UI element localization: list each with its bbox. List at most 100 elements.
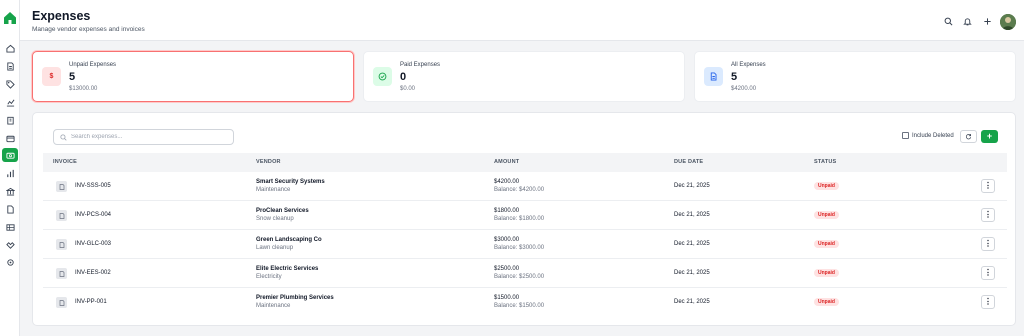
settings-icon[interactable] bbox=[2, 255, 18, 269]
table-row[interactable]: INV-GLC-003 Green Landscaping Co Lawn cl… bbox=[43, 230, 1007, 259]
avatar[interactable] bbox=[1000, 14, 1016, 30]
unpaid-expenses-card[interactable]: $ Unpaid Expenses 5 $13000.00 bbox=[32, 51, 354, 102]
amount: $1800.00 bbox=[494, 208, 520, 214]
invoice-number: INV-EES-002 bbox=[75, 270, 111, 276]
amount: $1500.00 bbox=[494, 295, 520, 301]
status-badge: Unpaid bbox=[814, 211, 839, 219]
wallet-icon[interactable] bbox=[2, 131, 18, 145]
include-deleted-toggle[interactable]: Include Deleted bbox=[902, 132, 954, 139]
search-box[interactable] bbox=[53, 129, 234, 145]
all-expenses-card[interactable]: All Expenses 5 $4200.00 bbox=[694, 51, 1016, 102]
app-logo-icon[interactable] bbox=[3, 11, 17, 25]
vendor-category: Snow cleanup bbox=[256, 216, 294, 222]
row-actions-button[interactable]: ⋮ bbox=[981, 295, 995, 309]
handshake-icon[interactable] bbox=[2, 238, 18, 252]
balance: Balance: $3000.00 bbox=[494, 245, 545, 251]
table-icon[interactable] bbox=[2, 220, 18, 234]
row-actions-button[interactable]: ⋮ bbox=[981, 179, 995, 193]
row-actions-button[interactable]: ⋮ bbox=[981, 266, 995, 280]
card-count: 5 bbox=[69, 71, 76, 83]
status-badge: Unpaid bbox=[814, 298, 839, 306]
status-badge: Unpaid bbox=[814, 182, 839, 190]
column-header[interactable]: INVOICE bbox=[53, 159, 77, 165]
refresh-icon bbox=[965, 134, 972, 140]
expenses-icon[interactable] bbox=[2, 148, 18, 162]
balance: Balance: $1500.00 bbox=[494, 303, 545, 309]
table-row[interactable]: INV-PP-001 Premier Plumbing Services Mai… bbox=[43, 288, 1007, 317]
invoice-icon bbox=[56, 210, 67, 221]
invoice-number: INV-GLC-003 bbox=[75, 241, 112, 247]
vendor-category: Maintenance bbox=[256, 303, 291, 309]
status-badge: Unpaid bbox=[814, 240, 839, 248]
check-circle-icon bbox=[373, 67, 392, 86]
row-actions-button[interactable]: ⋮ bbox=[981, 208, 995, 222]
column-header[interactable]: VENDOR bbox=[256, 159, 281, 165]
invoice-number: INV-SSS-005 bbox=[75, 183, 111, 189]
bell-icon[interactable] bbox=[962, 16, 972, 26]
card-amount: $0.00 bbox=[400, 86, 416, 92]
vendor-category: Maintenance bbox=[256, 187, 291, 193]
plus-icon[interactable] bbox=[982, 16, 992, 26]
due-date: Dec 21, 2025 bbox=[674, 241, 710, 247]
sidebar bbox=[0, 0, 20, 336]
page-header: Expenses Manage vendor expenses and invo… bbox=[20, 0, 1024, 41]
building-icon[interactable] bbox=[2, 113, 18, 127]
column-header[interactable]: AMOUNT bbox=[494, 159, 519, 165]
table-row[interactable]: INV-EES-002 Elite Electric Services Elec… bbox=[43, 259, 1007, 288]
tag-icon[interactable] bbox=[2, 77, 18, 91]
search-icon[interactable] bbox=[943, 16, 953, 26]
vendor-name: Premier Plumbing Services bbox=[256, 295, 334, 301]
balance: Balance: $1800.00 bbox=[494, 216, 545, 222]
row-actions-button[interactable]: ⋮ bbox=[981, 237, 995, 251]
amount: $4200.00 bbox=[494, 179, 520, 185]
invoice-icon bbox=[56, 239, 67, 250]
due-date: Dec 21, 2025 bbox=[674, 212, 710, 218]
file-icon[interactable] bbox=[2, 202, 18, 216]
vendor-name: Green Landscaping Co bbox=[256, 237, 322, 243]
page-title: Expenses bbox=[32, 9, 91, 23]
card-label: Paid Expenses bbox=[400, 62, 441, 68]
balance: Balance: $2500.00 bbox=[494, 274, 545, 280]
status-badge: Unpaid bbox=[814, 269, 839, 277]
vendor-name: Elite Electric Services bbox=[256, 266, 319, 272]
due-date: Dec 21, 2025 bbox=[674, 299, 710, 305]
bar-chart-icon[interactable] bbox=[2, 166, 18, 180]
home-icon[interactable] bbox=[2, 41, 18, 55]
column-header[interactable]: STATUS bbox=[814, 159, 836, 165]
document-icon bbox=[704, 67, 723, 86]
search-icon bbox=[60, 133, 67, 141]
column-header[interactable]: DUE DATE bbox=[674, 159, 703, 165]
include-deleted-checkbox[interactable] bbox=[902, 132, 909, 139]
search-input[interactable] bbox=[71, 134, 221, 140]
dollar-icon: $ bbox=[42, 67, 61, 86]
invoice-number: INV-PP-001 bbox=[75, 299, 107, 305]
invoice-icon bbox=[56, 181, 67, 192]
card-label: All Expenses bbox=[731, 62, 766, 68]
table-row[interactable]: INV-SSS-005 Smart Security Systems Maint… bbox=[43, 172, 1007, 201]
table-header: INVOICE VENDOR AMOUNT DUE DATE STATUS bbox=[43, 153, 1007, 172]
vendor-name: Smart Security Systems bbox=[256, 179, 325, 185]
bank-icon[interactable] bbox=[2, 184, 18, 198]
vendor-name: ProClean Services bbox=[256, 208, 309, 214]
add-expense-button[interactable]: + bbox=[981, 130, 998, 143]
chart-icon[interactable] bbox=[2, 95, 18, 109]
due-date: Dec 21, 2025 bbox=[674, 270, 710, 276]
due-date: Dec 21, 2025 bbox=[674, 183, 710, 189]
card-amount: $13000.00 bbox=[69, 86, 98, 92]
refresh-button[interactable] bbox=[960, 130, 977, 143]
vendor-category: Lawn cleanup bbox=[256, 245, 294, 251]
expenses-table-panel: Include Deleted + INVOICE VENDOR AMOUNT … bbox=[32, 112, 1016, 326]
page-subtitle: Manage vendor expenses and invoices bbox=[32, 26, 145, 33]
table-row[interactable]: INV-PCS-004 ProClean Services Snow clean… bbox=[43, 201, 1007, 230]
document-icon[interactable] bbox=[2, 59, 18, 73]
invoice-icon bbox=[56, 297, 67, 308]
card-count: 0 bbox=[400, 71, 407, 83]
amount: $3000.00 bbox=[494, 237, 520, 243]
card-amount: $4200.00 bbox=[731, 86, 757, 92]
paid-expenses-card[interactable]: Paid Expenses 0 $0.00 bbox=[363, 51, 685, 102]
card-label: Unpaid Expenses bbox=[69, 62, 117, 68]
balance: Balance: $4200.00 bbox=[494, 187, 545, 193]
vendor-category: Electricity bbox=[256, 274, 282, 280]
invoice-icon bbox=[56, 268, 67, 279]
amount: $2500.00 bbox=[494, 266, 520, 272]
